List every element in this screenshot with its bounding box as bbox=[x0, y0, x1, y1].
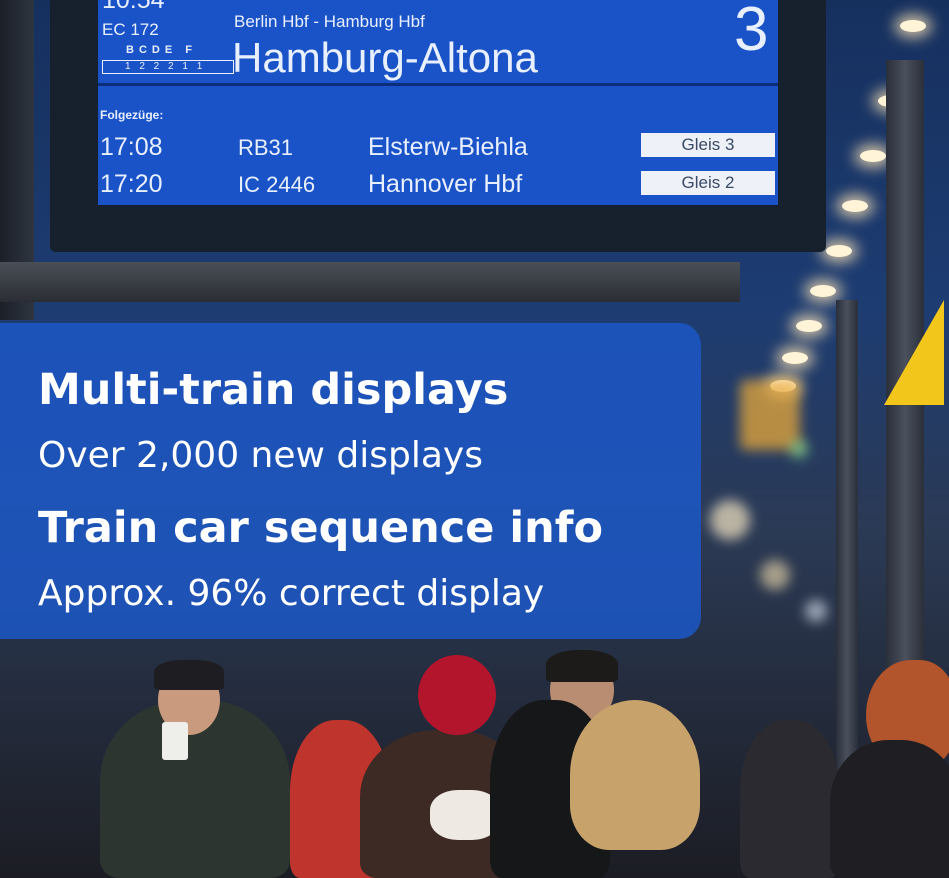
departure-time: 10:54 bbox=[102, 0, 165, 14]
following-time: 17:08 bbox=[100, 133, 163, 161]
current-train-panel: 10:54 EC 172 Berlin Hbf - Hamburg Hbf Ha… bbox=[98, 0, 778, 86]
coffee-cup bbox=[162, 722, 188, 760]
following-destination: Elsterw-Biehla bbox=[368, 133, 528, 161]
following-platform: Gleis 2 bbox=[641, 171, 775, 195]
warning-sign bbox=[884, 300, 944, 405]
sequence-classes: 1 2 2 2 1 1 bbox=[102, 60, 234, 74]
following-train: IC 2446 bbox=[238, 172, 316, 197]
ceiling-light bbox=[810, 285, 836, 297]
board-screen: 10:54 EC 172 Berlin Hbf - Hamburg Hbf Ha… bbox=[98, 0, 778, 205]
cap bbox=[154, 660, 224, 690]
following-train: RB31 bbox=[238, 135, 294, 160]
info-overlay: Multi-train displays Over 2,000 new disp… bbox=[0, 323, 701, 639]
bokeh-light bbox=[760, 560, 790, 590]
hair bbox=[546, 650, 618, 682]
following-platform: Gleis 3 bbox=[641, 133, 775, 157]
subtext-correct-display: Approx. 96% correct display bbox=[38, 573, 545, 614]
ceiling-light bbox=[826, 245, 852, 257]
person bbox=[830, 740, 949, 878]
sequence-sections: BCDE F bbox=[126, 44, 197, 56]
subtext-new-displays: Over 2,000 new displays bbox=[38, 435, 483, 476]
board-support-beam bbox=[0, 262, 740, 302]
ceiling-light bbox=[900, 20, 926, 32]
bokeh-light bbox=[710, 500, 750, 540]
ceiling-light bbox=[782, 352, 808, 364]
route-text: Berlin Hbf - Hamburg Hbf bbox=[234, 12, 425, 31]
bokeh-light bbox=[805, 600, 827, 622]
ceiling-light bbox=[860, 150, 886, 162]
car-sequence: BCDE F 1 2 2 2 1 1 bbox=[102, 44, 234, 80]
platform-number: 3 bbox=[734, 0, 769, 64]
following-destination: Hannover Hbf bbox=[368, 170, 523, 198]
following-time: 17:20 bbox=[100, 170, 163, 198]
destination: Hamburg-Altona bbox=[232, 34, 538, 81]
heading-multi-train: Multi-train displays bbox=[38, 365, 509, 415]
red-beanie bbox=[418, 655, 496, 735]
ceiling-light bbox=[796, 320, 822, 332]
orange-panel bbox=[740, 380, 800, 450]
ceiling-light bbox=[842, 200, 868, 212]
person bbox=[740, 720, 840, 878]
heading-car-sequence: Train car sequence info bbox=[38, 503, 603, 553]
following-label: Folgezüge: bbox=[100, 108, 164, 122]
train-number: EC 172 bbox=[102, 20, 159, 39]
blonde-hair bbox=[570, 700, 700, 850]
bokeh-light bbox=[790, 440, 808, 458]
